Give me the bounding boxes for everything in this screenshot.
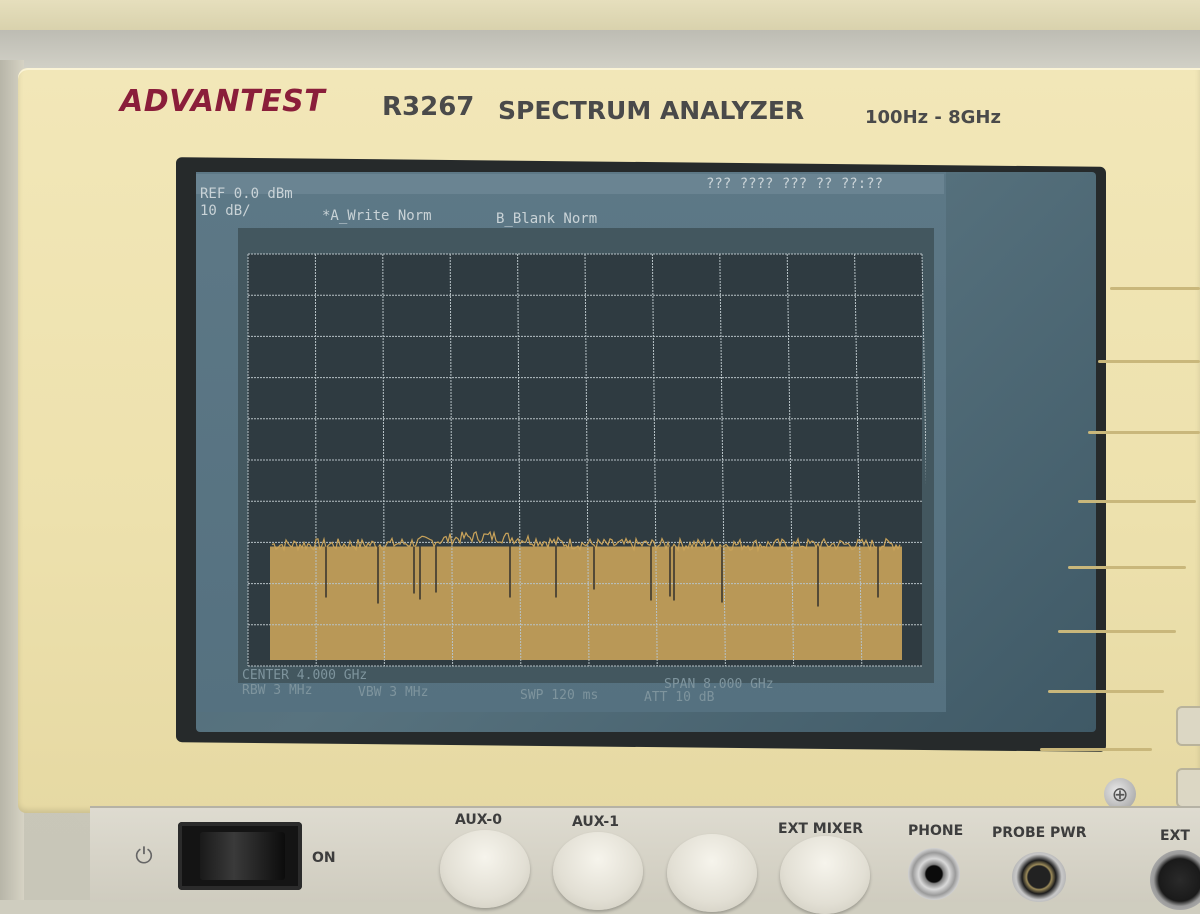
phone-label: PHONE <box>908 823 964 839</box>
trace-a-readout: *A_Write Norm <box>322 208 432 224</box>
scale-readout: 10 dB/ <box>200 203 251 219</box>
power-on-label: ON <box>312 850 336 866</box>
noise-floor-fill <box>270 546 902 660</box>
aux0-button[interactable] <box>440 830 530 908</box>
probe-power-connector[interactable] <box>1012 852 1066 902</box>
ext-mixer-label: EXT MIXER <box>778 821 864 837</box>
vbw-readout: VBW 3 MHz <box>358 685 429 700</box>
attenuation-readout: ATT 10 dB <box>644 690 715 705</box>
unlabeled-button[interactable] <box>667 834 757 912</box>
softkey-6[interactable] <box>1058 630 1176 633</box>
softkey-5[interactable] <box>1068 566 1186 569</box>
datetime-readout: ??? ???? ??? ?? ??:?? <box>706 176 884 192</box>
side-button-2[interactable] <box>1176 768 1200 808</box>
top-chassis-strip <box>0 0 1200 32</box>
rbw-readout: RBW 3 MHz <box>242 683 313 698</box>
softkey-3[interactable] <box>1088 431 1200 434</box>
frequency-range-label: 100Hz - 8GHz <box>865 107 1001 128</box>
spectrum-display <box>247 253 926 667</box>
instrument-title: SPECTRUM ANALYZER <box>498 96 805 125</box>
probe-power-label: PROBE PWR <box>992 825 1087 841</box>
aux1-label: AUX-1 <box>572 814 619 830</box>
trace-b-readout: B_Blank Norm <box>496 211 598 227</box>
softkey-7[interactable] <box>1048 690 1164 693</box>
ref-level-readout: REF 0.0 dBm <box>200 186 293 202</box>
aux1-button[interactable] <box>553 832 643 910</box>
aux0-label: AUX-0 <box>455 812 502 828</box>
ext-mixer-button[interactable] <box>780 836 870 914</box>
softkey-1[interactable] <box>1110 287 1200 290</box>
power-icon: ⏻ <box>135 844 153 869</box>
brand-logo: ADVANTEST <box>120 84 326 119</box>
side-button-1[interactable] <box>1176 706 1200 746</box>
phone-jack[interactable] <box>908 848 960 900</box>
graticule-vertical-line <box>921 253 926 486</box>
power-switch-rocker[interactable] <box>200 832 285 880</box>
center-frequency-readout: CENTER 4.000 GHz <box>242 668 368 683</box>
model-label: R3267 <box>382 92 475 122</box>
softkey-4[interactable] <box>1078 500 1196 503</box>
softkey-8[interactable] <box>1040 748 1152 751</box>
ext-label: EXT <box>1160 828 1190 844</box>
sweep-readout: SWP 120 ms <box>520 688 599 703</box>
chassis-gap <box>0 30 1200 70</box>
softkey-2[interactable] <box>1098 360 1200 363</box>
